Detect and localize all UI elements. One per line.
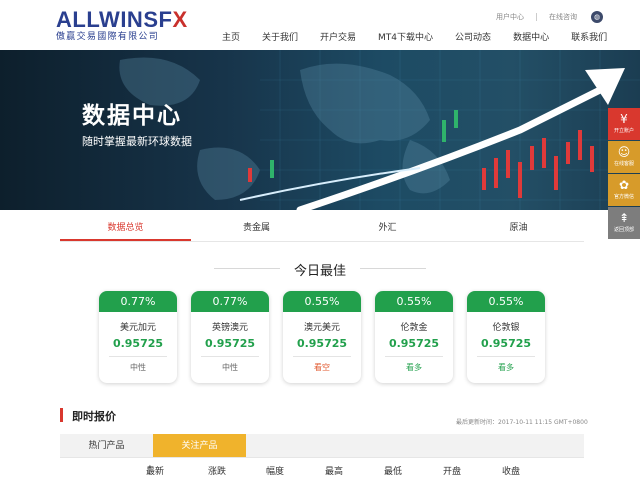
best-today-heading: 今日最佳 — [293, 264, 346, 279]
divider — [201, 356, 259, 357]
best-card[interactable]: 0.77% 英镑澳元 0.95725 中性 — [191, 291, 269, 383]
utility-links: 用户中心 在线咨询 ◍ — [496, 11, 603, 23]
card-price: 0.95725 — [480, 337, 532, 350]
column-header-change[interactable]: 涨跌 — [208, 464, 226, 477]
card-trend: 中性 — [222, 363, 238, 372]
back-to-top-float-button[interactable]: ⇞ 返回顶部 — [608, 207, 640, 239]
divider — [385, 356, 443, 357]
globe-icon[interactable]: ◍ — [591, 11, 603, 23]
card-price: 0.95725 — [112, 337, 164, 350]
wechat-icon: ✿ — [618, 178, 630, 192]
divider — [109, 356, 167, 357]
card-product-name: 伦敦银 — [492, 323, 520, 333]
last-update-text: 最后更新时间：2017-10-11 11:15 GMT+0800 — [456, 419, 588, 426]
column-header-percent[interactable]: 幅度 — [266, 464, 284, 477]
nav-item-home[interactable]: 主页 — [222, 30, 240, 43]
tab-forex[interactable]: 外汇 — [322, 218, 453, 241]
divider — [360, 268, 426, 269]
card-percent: 0.55% — [375, 291, 453, 312]
best-card[interactable]: 0.77% 美元加元 0.95725 中性 — [99, 291, 177, 383]
logo-wordmark: ALLWINSFX — [56, 7, 188, 32]
card-percent: 0.55% — [283, 291, 361, 312]
tab-crude-oil[interactable]: 原油 — [453, 218, 584, 241]
column-header-high[interactable]: 最高 — [325, 464, 343, 477]
section-accent-bar — [60, 408, 63, 422]
banner-subtitle: 随时掌握最新环球数据 — [82, 135, 192, 148]
column-header-close[interactable]: 收盘 — [502, 464, 520, 477]
float-label: 开立账户 — [613, 128, 634, 134]
column-header-low[interactable]: 最低 — [384, 464, 402, 477]
nav-item-contact[interactable]: 联系我们 — [571, 30, 607, 43]
nav-item-open-account[interactable]: 开户交易 — [320, 30, 356, 43]
column-header-open[interactable]: 开盘 — [443, 464, 461, 477]
nav-item-about[interactable]: 关于我们 — [262, 30, 298, 43]
best-card[interactable]: 0.55% 伦敦金 0.95725 看多 — [375, 291, 453, 383]
side-float-bar: ¥ 开立账户 ☺ 在线客服 ✿ 官方微信 ⇞ 返回顶部 — [608, 108, 640, 240]
divider — [293, 356, 351, 357]
logo-subtitle: 傲贏交易國際有限公司 — [56, 32, 160, 42]
nav-item-mt4-download[interactable]: MT4下载中心 — [378, 30, 433, 43]
tab-overview[interactable]: 数据总览 — [60, 218, 191, 241]
hero-banner: 数据中心 随时掌握最新环球数据 — [0, 50, 640, 210]
nav-item-data-center[interactable]: 数据中心 — [513, 30, 549, 43]
company-logo[interactable]: ALLWINSFX 傲贏交易國際有限公司 — [56, 8, 188, 43]
card-percent: 0.55% — [467, 291, 545, 312]
card-percent: 0.77% — [99, 291, 177, 312]
card-trend: 看多 — [498, 363, 514, 372]
card-trend: 中性 — [130, 363, 146, 372]
float-label: 在线客服 — [613, 161, 634, 167]
sort-up-icon[interactable]: ▲ — [148, 464, 152, 470]
card-product-name: 英镑澳元 — [211, 323, 248, 333]
best-card[interactable]: 0.55% 澳元美元 0.95725 看空 — [283, 291, 361, 383]
banner-title: 数据中心 — [82, 103, 182, 129]
quotes-heading: 即时报价 — [72, 410, 116, 423]
nav-item-news[interactable]: 公司动态 — [455, 30, 491, 43]
card-product-name: 美元加元 — [119, 323, 156, 333]
card-trend: 看空 — [314, 363, 330, 372]
online-service-float-button[interactable]: ☺ 在线客服 — [608, 141, 640, 173]
user-center-link[interactable]: 用户中心 — [496, 12, 524, 22]
chat-icon: ☺ — [617, 145, 631, 159]
card-percent: 0.77% — [191, 291, 269, 312]
tab-hot-products[interactable]: 热门产品 — [60, 434, 153, 457]
tab-precious-metals[interactable]: 贵金属 — [191, 218, 322, 241]
divider — [536, 13, 537, 21]
quotes-tabs: 热门产品 关注产品 — [60, 434, 584, 458]
tab-watched-products[interactable]: 关注产品 — [153, 434, 246, 457]
float-label: 返回顶部 — [613, 227, 634, 233]
float-label: 官方微信 — [613, 194, 634, 200]
wechat-float-button[interactable]: ✿ 官方微信 — [608, 174, 640, 206]
best-cards: 0.77% 美元加元 0.95725 中性 0.77% 英镑澳元 0.95725… — [99, 291, 545, 383]
yen-icon: ¥ — [620, 112, 628, 126]
site-header: ALLWINSFX 傲贏交易國際有限公司 用户中心 在线咨询 ◍ 主页 关于我们… — [0, 0, 640, 50]
card-product-name: 澳元美元 — [303, 323, 340, 333]
arrow-up-icon: ⇞ — [618, 211, 630, 225]
card-price: 0.95725 — [296, 337, 348, 350]
divider — [477, 356, 535, 357]
data-category-tabs: 数据总览 贵金属 外汇 原油 — [60, 218, 584, 242]
online-consult-link[interactable]: 在线咨询 — [549, 12, 577, 22]
open-account-float-button[interactable]: ¥ 开立账户 — [608, 108, 640, 140]
card-price: 0.95725 — [388, 337, 440, 350]
banner-graphic — [119, 50, 640, 210]
card-price: 0.95725 — [204, 337, 256, 350]
card-product-name: 伦敦金 — [400, 323, 428, 333]
card-trend: 看多 — [406, 363, 422, 372]
main-nav: 主页 关于我们 开户交易 MT4下载中心 公司动态 数据中心 联系我们 — [222, 30, 629, 43]
best-card[interactable]: 0.55% 伦敦银 0.95725 看多 — [467, 291, 545, 383]
